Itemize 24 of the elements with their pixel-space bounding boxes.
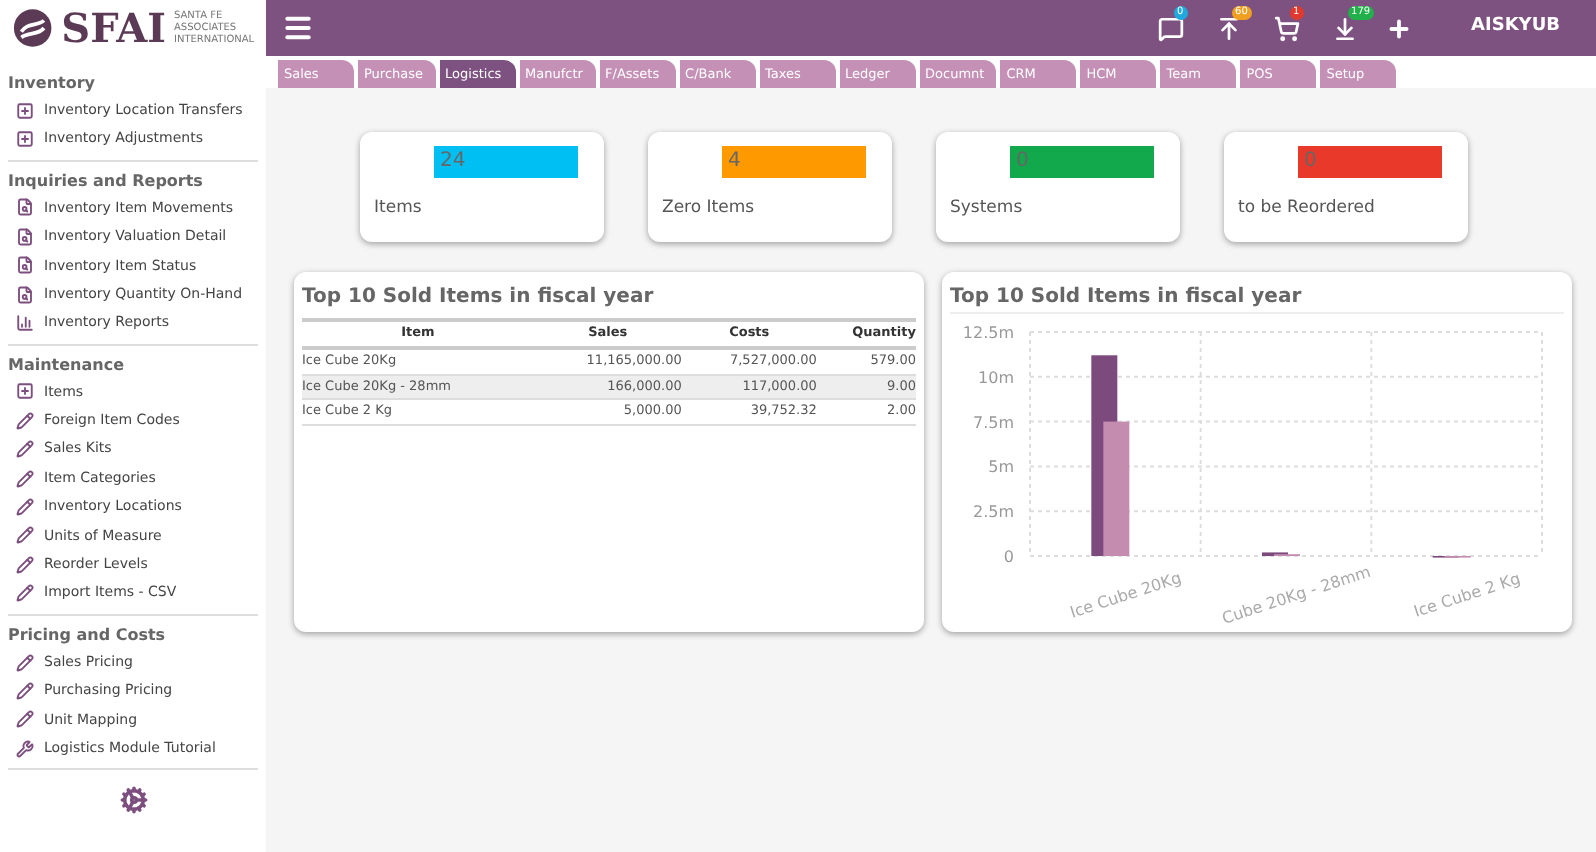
axis-tick-label: 5m <box>988 458 1014 477</box>
axis-category-label: Ice Cube 2 Kg <box>1411 569 1523 621</box>
axis-tick-label: 2.5m <box>972 503 1014 522</box>
stat-label: Systems <box>950 196 1025 222</box>
stat-value: 0 <box>1298 146 1442 178</box>
axis-tick-label: 12.5m <box>962 324 1014 342</box>
axis-category-label: Cube 20Kg - 28mm <box>1220 562 1373 628</box>
section-heading: Maintenance <box>8 353 127 378</box>
card-title: Top 10 Sold Items in fiscal year <box>950 282 1564 314</box>
axis-tick-label: 7.5m <box>972 413 1014 432</box>
axis-tick-label: 10m <box>978 368 1014 387</box>
axis-category-label: Ice Cube 20Kg <box>1067 568 1184 622</box>
logo-text: SFAI <box>61 8 166 48</box>
stat-label: Zero Items <box>662 196 757 222</box>
section-heading: Inquiries and Reports <box>8 169 205 194</box>
section-heading: Pricing and Costs <box>8 623 168 648</box>
card-title: Top 10 Sold Items in fiscal year <box>302 284 656 312</box>
stat-label: to be Reordered <box>1238 196 1377 222</box>
stat-value: 4 <box>722 146 866 178</box>
stat-value: 24 <box>434 146 578 178</box>
stat-value: 0 <box>1010 146 1154 178</box>
axis-tick-label: 0 <box>1003 548 1014 566</box>
section-heading: Inventory <box>8 72 97 96</box>
stat-label: Items <box>374 196 424 222</box>
